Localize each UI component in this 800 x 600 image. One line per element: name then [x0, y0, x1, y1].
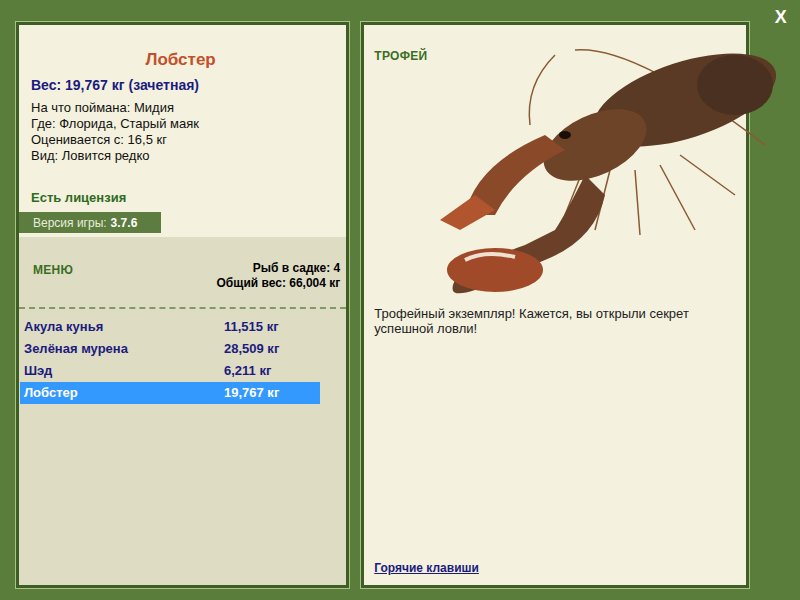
catch-weight: 19,767 кг — [224, 383, 279, 403]
detail-line: На что поймана: Мидия — [31, 100, 346, 116]
catch-weight: 11,515 кг — [224, 317, 279, 337]
keepnet-header: МЕНЮ Рыб в садке: 4 Общий вес: 66,004 кг — [19, 237, 346, 309]
lobster-picture — [435, 45, 780, 300]
close-button[interactable]: X — [775, 6, 787, 588]
trophy-top: ТРОФЕЙ — [374, 45, 736, 300]
version-label: Версия игры: — [33, 214, 107, 232]
menu-button[interactable]: МЕНЮ — [33, 261, 73, 279]
fish-weight: Вес: 19,767 кг (зачетная) — [19, 75, 346, 96]
keepnet-summary: Рыб в садке: 4 Общий вес: 66,004 кг — [217, 261, 341, 291]
keepnet-count: Рыб в садке: 4 — [253, 261, 341, 276]
trophy-panel: ТРОФЕЙ Трофейный экземпляр! Кажется, вы … — [361, 22, 749, 588]
catch-area: МЕНЮ Рыб в садке: 4 Общий вес: 66,004 кг… — [19, 237, 346, 585]
fish-name: Лобстер — [19, 47, 346, 73]
trophy-message: Трофейный экземпляр! Кажется, вы открыли… — [374, 306, 736, 336]
fish-info-panel: Лобстер Вес: 19,767 кг (зачетная) На что… — [16, 22, 349, 588]
catch-list: Акула кунья11,515 кгЗелёная мурена28,509… — [19, 309, 346, 404]
catch-row[interactable]: Лобстер19,767 кг — [20, 382, 320, 404]
catch-row[interactable]: Зелёная мурена28,509 кг — [20, 338, 320, 360]
catch-name: Акула кунья — [24, 317, 224, 337]
catch-weight: 6,211 кг — [224, 361, 271, 381]
catch-name: Шэд — [24, 361, 224, 381]
catch-weight: 28,509 кг — [224, 339, 279, 359]
detail-line: Где: Флорида, Старый маяк — [31, 116, 346, 132]
catch-row[interactable]: Акула кунья11,515 кг — [20, 316, 320, 338]
version-value: 3.7.6 — [111, 214, 138, 232]
fish-dialog: Лобстер Вес: 19,767 кг (зачетная) На что… — [0, 0, 800, 588]
detail-line: Оценивается с: 16,5 кг — [31, 132, 346, 148]
hotkeys-link[interactable]: Горячие клавиши — [374, 559, 736, 577]
detail-line: Вид: Ловится редко — [31, 148, 346, 164]
detail-list: На что поймана: МидияГде: Флорида, Стары… — [19, 100, 346, 164]
catch-name: Зелёная мурена — [24, 339, 224, 359]
version-box: Версия игры: 3.7.6 — [19, 212, 161, 233]
keepnet-total: Общий вес: 66,004 кг — [217, 276, 341, 291]
trophy-badge: ТРОФЕЙ — [374, 47, 427, 300]
catch-name: Лобстер — [24, 383, 224, 403]
license-status: Есть лицензия — [19, 188, 346, 208]
catch-row[interactable]: Шэд6,211 кг — [20, 360, 320, 382]
fish-details: Лобстер Вес: 19,767 кг (зачетная) На что… — [19, 25, 346, 237]
close-area: X — [761, 22, 800, 588]
